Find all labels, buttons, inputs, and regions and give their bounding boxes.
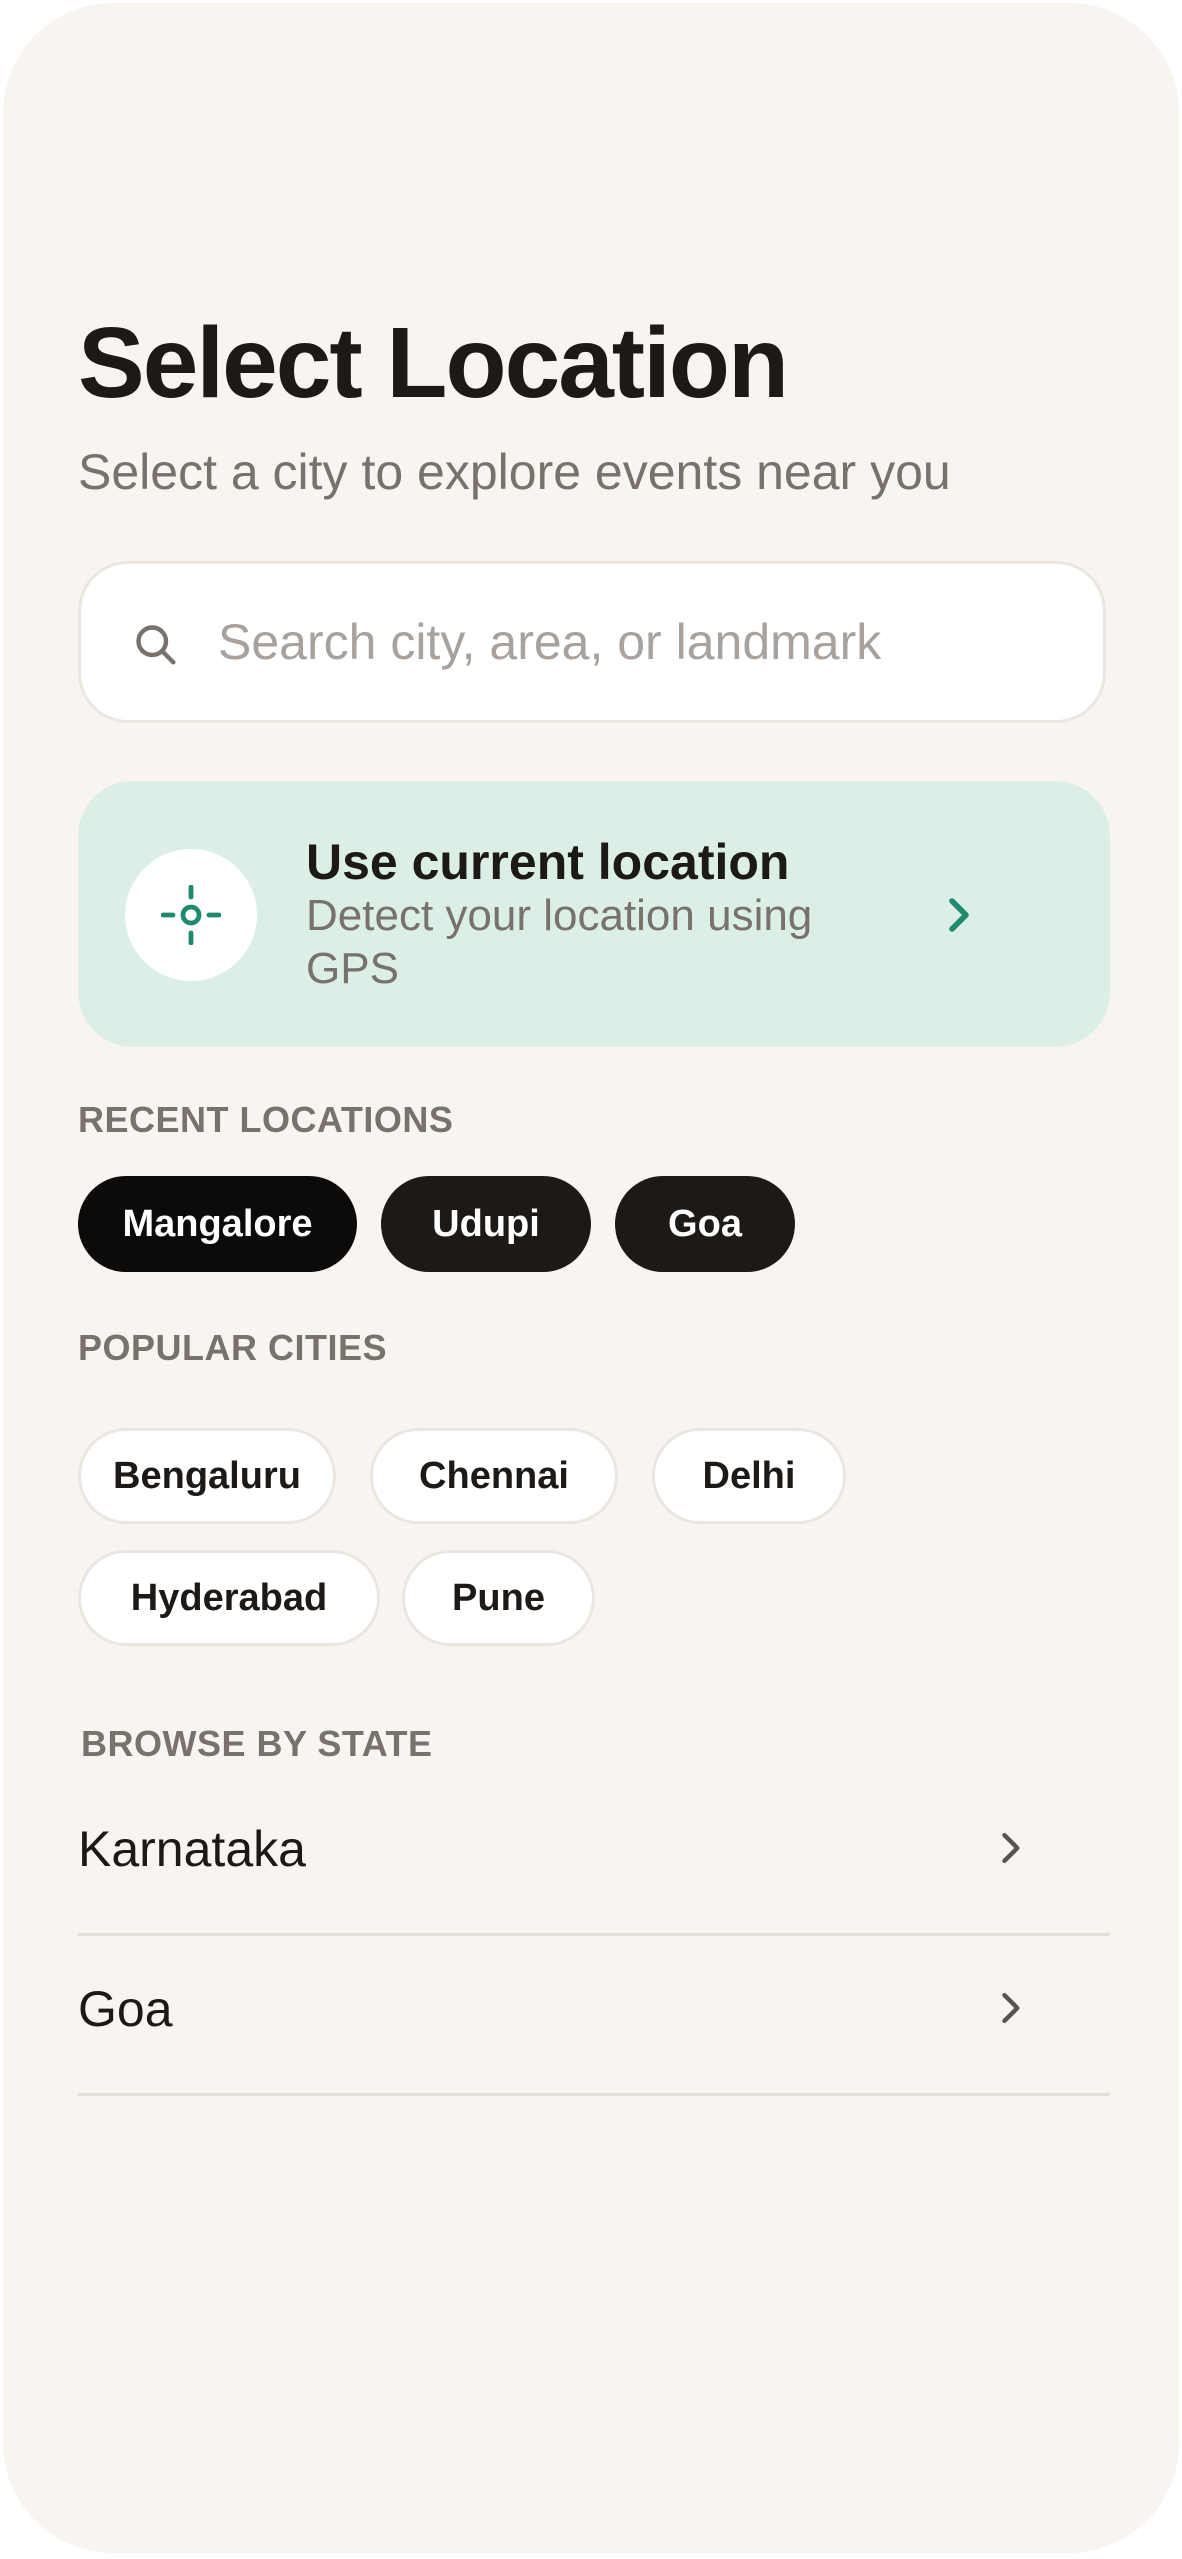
city-chip-bengaluru[interactable]: Bengaluru [78, 1428, 336, 1524]
city-chip-chennai[interactable]: Chennai [370, 1428, 618, 1524]
chevron-right-icon [1002, 1992, 1020, 2024]
popular-cities-row-2: Hyderabad Pune [78, 1550, 629, 1646]
browse-by-state-label: BROWSE BY STATE [81, 1723, 433, 1764]
recent-locations-label: RECENT LOCATIONS [78, 1099, 454, 1140]
page-subtitle: Select a city to explore events near you [78, 444, 951, 500]
city-chip-hyderabad[interactable]: Hyderabad [78, 1550, 380, 1646]
city-chip-pune[interactable]: Pune [402, 1550, 595, 1646]
city-chip-delhi[interactable]: Delhi [652, 1428, 846, 1524]
current-location-title: Use current location [306, 834, 790, 890]
chevron-right-icon [1002, 1832, 1020, 1864]
page-title: Select Location [78, 307, 789, 419]
recent-chip-goa[interactable]: Goa [615, 1176, 795, 1272]
location-screen: Select Location Select a city to explore… [3, 3, 1179, 2553]
recent-locations-list: Mangalore Udupi Goa [78, 1176, 819, 1272]
recent-chip-udupi[interactable]: Udupi [381, 1176, 591, 1272]
state-name: Goa [78, 1981, 173, 2037]
chevron-right-icon [949, 898, 969, 932]
location-icon-circle [125, 849, 257, 981]
use-current-location-card[interactable]: Use current location Detect your locatio… [78, 781, 1110, 1047]
state-name: Karnataka [78, 1821, 306, 1877]
search-input[interactable] [218, 564, 1078, 720]
popular-cities-row-1: Bengaluru Chennai Delhi [78, 1428, 880, 1524]
current-location-description: Detect your location using GPS [306, 891, 813, 993]
crosshair-icon [161, 885, 221, 945]
state-row-karnataka[interactable]: Karnataka [78, 1776, 1110, 1936]
popular-cities-label: POPULAR CITIES [78, 1327, 388, 1368]
search-icon [136, 625, 176, 665]
state-row-goa[interactable]: Goa [78, 1936, 1110, 2096]
search-box[interactable] [78, 561, 1106, 723]
recent-chip-mangalore[interactable]: Mangalore [78, 1176, 357, 1272]
